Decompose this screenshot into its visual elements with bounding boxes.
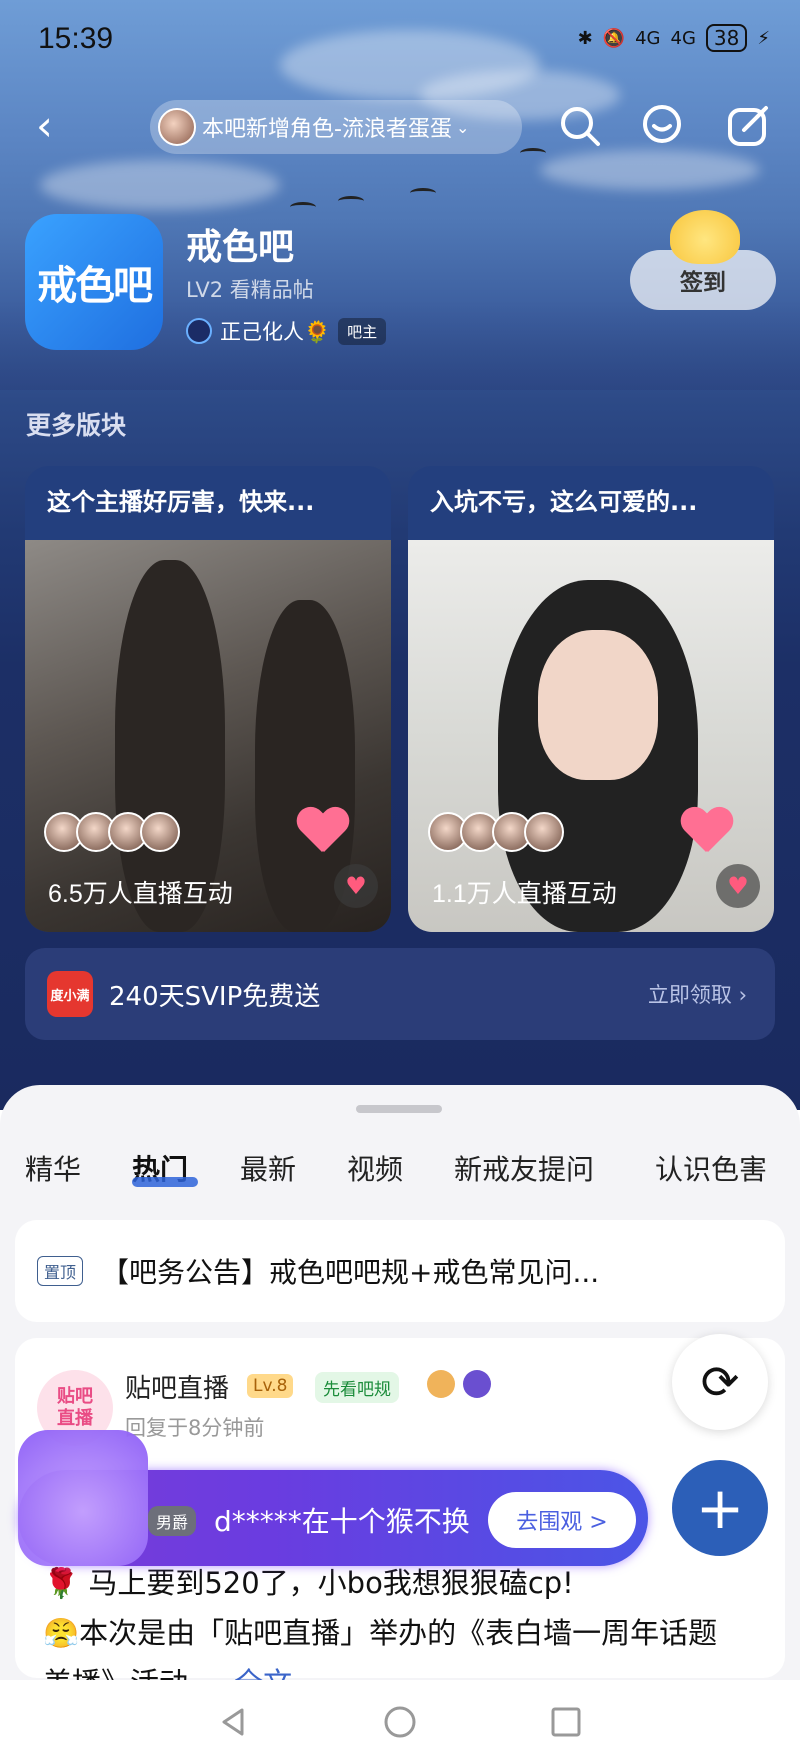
- like-icon[interactable]: ♥: [334, 864, 378, 908]
- figure: [538, 630, 658, 780]
- tab-latest[interactable]: 最新: [240, 1148, 296, 1188]
- promo-action[interactable]: 立即领取 ›: [648, 979, 747, 1009]
- bluetooth-icon: ✱: [577, 27, 593, 49]
- status-bar: 15:39 ✱ 🔕 4G 4G 38 ⚡: [0, 0, 800, 84]
- charging-icon: ⚡: [757, 27, 770, 49]
- tab-video[interactable]: 视频: [347, 1148, 403, 1188]
- live-card-title: 入坑不亏，这么可爱的...: [430, 488, 698, 516]
- pinned-tag: 置顶: [37, 1256, 84, 1286]
- pinned-notice[interactable]: 置顶 【吧务公告】戒色吧吧规+戒色常见问...: [15, 1220, 785, 1322]
- admin-name: 正己化人🌻: [220, 320, 331, 344]
- promo-text: 240天SVIP免费送: [109, 981, 321, 1012]
- tab-bar: 精华 热门 最新 视频 新戒友提问 认识色害: [0, 1148, 800, 1208]
- avatar: [140, 812, 180, 852]
- signal-icon: 4G: [670, 27, 696, 49]
- nav-recents-icon[interactable]: [548, 1704, 584, 1740]
- live-card-title: 这个主播好厉害，快来...: [47, 488, 315, 516]
- promo-banner[interactable]: 度小满 240天SVIP免费送 立即领取 ›: [25, 948, 775, 1040]
- more-sections-title: 更多版块: [26, 411, 127, 440]
- channel-pill[interactable]: 本吧新增角色-流浪者蛋蛋 ⌄: [150, 100, 522, 154]
- viewer-avatars: [44, 812, 180, 852]
- status-time: 15:39: [38, 22, 114, 55]
- search-icon[interactable]: [556, 102, 604, 150]
- sun-emoji-icon: [670, 210, 740, 264]
- nav-back-icon[interactable]: [216, 1704, 252, 1740]
- heart-icon: [680, 808, 734, 856]
- viewer-avatars: [428, 812, 564, 852]
- edit-icon[interactable]: [724, 102, 772, 150]
- banner-text: d*****在十个猴不换: [214, 1505, 470, 1538]
- forum-admin[interactable]: 正己化人🌻 吧主: [186, 316, 387, 346]
- promo-logo: 度小满: [47, 971, 93, 1017]
- medal-icon: [427, 1370, 455, 1398]
- back-icon[interactable]: ‹: [36, 104, 66, 148]
- sheet-handle[interactable]: [356, 1105, 442, 1113]
- bird: [338, 196, 364, 206]
- tab-harms[interactable]: 认识色害: [655, 1148, 767, 1188]
- forum-name: 戒色吧: [186, 227, 295, 268]
- admin-avatar: [186, 318, 212, 344]
- notice-text: 【吧务公告】戒色吧吧规+戒色常见问...: [101, 1256, 600, 1289]
- refresh-icon[interactable]: ⟳: [672, 1334, 768, 1430]
- rank-badge: 男爵: [148, 1506, 197, 1536]
- avatar: [524, 812, 564, 852]
- post-avatar-text: 贴吧 直播: [57, 1386, 93, 1429]
- cloud: [540, 150, 760, 190]
- live-card-count: 6.5万人直播互动: [48, 880, 233, 908]
- active-tab-indicator: [132, 1177, 198, 1187]
- channel-pill-label: 本吧新增角色-流浪者蛋蛋: [202, 117, 452, 142]
- post-author[interactable]: 贴吧直播: [125, 1368, 229, 1405]
- bird: [410, 188, 436, 198]
- status-icons: ✱ 🔕 4G 4G 38 ⚡: [578, 24, 770, 52]
- system-nav-bar: [0, 1680, 800, 1764]
- plus-icon[interactable]: +: [672, 1460, 768, 1556]
- heart-icon: [296, 808, 350, 856]
- live-card[interactable]: 入坑不亏，这么可爱的...: [408, 466, 774, 932]
- nav-home-icon[interactable]: [382, 1704, 418, 1740]
- like-icon[interactable]: ♥: [716, 864, 760, 908]
- post-line: 😤本次是由「贴吧直播」举办的《表白墙一周年话题: [43, 1616, 718, 1650]
- bird: [290, 202, 316, 212]
- live-card[interactable]: 这个主播好厉害，快来...: [25, 466, 391, 932]
- mute-icon: 🔕: [602, 27, 626, 49]
- gift-box-icon: [18, 1430, 148, 1566]
- cloud: [40, 160, 280, 210]
- bird: [520, 148, 546, 158]
- watch-button[interactable]: 去围观 >: [488, 1492, 636, 1548]
- forum-logo[interactable]: 戒色吧: [25, 214, 163, 350]
- battery-icon: 38: [705, 24, 748, 52]
- post-time: 回复于8分钟前: [125, 1416, 265, 1440]
- signal-icon: 4G: [635, 27, 661, 49]
- chat-icon[interactable]: [638, 102, 686, 150]
- rule-badge[interactable]: 先看吧规: [315, 1372, 399, 1403]
- medal-icon: [463, 1370, 491, 1398]
- admin-badge: 吧主: [338, 317, 387, 345]
- tab-featured[interactable]: 精华: [25, 1148, 81, 1188]
- live-card-count: 1.1万人直播互动: [432, 880, 617, 908]
- chevron-down-icon: ⌄: [455, 117, 470, 137]
- tab-newbie-questions[interactable]: 新戒友提问: [454, 1148, 594, 1188]
- avatar: [158, 108, 196, 146]
- level-badge: Lv.8: [247, 1374, 294, 1398]
- forum-level[interactable]: LV2 看精品帖: [186, 274, 314, 304]
